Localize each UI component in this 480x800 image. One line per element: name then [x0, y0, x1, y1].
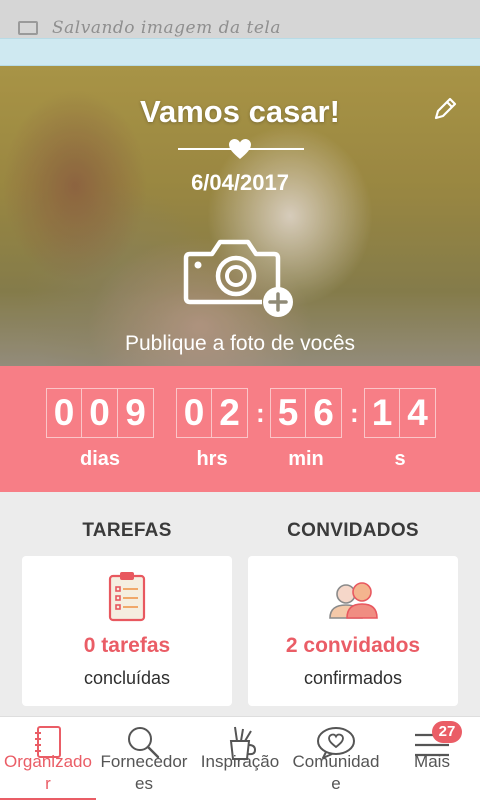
wedding-date: 6/04/2017 [191, 170, 289, 195]
countdown-days: 0 0 9 [46, 388, 154, 438]
couple-icon [329, 582, 378, 619]
days-digit: 0 [46, 388, 82, 438]
nav-label: Fornecedor es [100, 752, 188, 793]
notification-badge: 27 [432, 721, 462, 743]
camera-add-icon[interactable] [182, 236, 298, 320]
nav-item-comunidade[interactable]: Comunidad e [288, 717, 384, 800]
guests-card[interactable]: 2 convidados confirmados [248, 556, 458, 706]
nav-item-fornecedores[interactable]: Fornecedor es [96, 717, 192, 800]
guests-heading: CONVIDADOS [287, 520, 419, 541]
hours-label: hrs [196, 448, 228, 470]
nav-item-inspiracao[interactable]: Inspiração [192, 717, 288, 800]
seconds-digit: 4 [400, 388, 436, 438]
guests-status: confirmados [303, 668, 403, 688]
wedding-title: Vamos casar! [140, 94, 340, 129]
status-bar: Salvando imagem da tela [0, 0, 480, 38]
guests-count: 2 convidados [285, 634, 421, 657]
publish-photo-text[interactable]: Publique a foto de vocês [0, 332, 480, 356]
hours-digit: 0 [176, 388, 212, 438]
time-separator: : [256, 398, 265, 428]
nav-item-organizador[interactable]: Organizado r [0, 717, 96, 800]
days-digit: 0 [82, 388, 118, 438]
days-label: dias [79, 448, 121, 470]
countdown-hours: 0 2 [176, 388, 248, 438]
nav-label: Inspiração [200, 752, 280, 771]
time-separator: : [350, 398, 359, 428]
nav-label: Comunidad e [292, 752, 380, 793]
hours-digit: 2 [212, 388, 248, 438]
status-text: Salvando imagem da tela [52, 18, 281, 38]
days-digit: 9 [118, 388, 154, 438]
nav-label: Organizado r [4, 752, 92, 793]
seconds-digit: 1 [364, 388, 400, 438]
hero-photo-area[interactable]: Vamos casar! 6/04/2017 Publique a foto d… [0, 66, 480, 366]
seconds-label: s [394, 448, 406, 470]
screenshot-notification-icon [18, 21, 38, 35]
notification-strip [0, 38, 480, 66]
tasks-heading: TAREFAS [82, 520, 172, 541]
nav-label: Mais [414, 752, 450, 771]
countdown-minutes: 5 6 [270, 388, 342, 438]
countdown-panel: 0 0 9 dias 0 2 hrs : 5 6 min : 1 4 s [0, 366, 480, 492]
tasks-count: 0 tarefas [83, 634, 171, 657]
countdown-seconds: 1 4 [364, 388, 436, 438]
minutes-label: min [288, 448, 324, 470]
tasks-status: concluídas [83, 668, 171, 688]
heart-icon [229, 139, 251, 159]
summary-section: TAREFAS CONVIDADOS 0 tarefas concluídas … [0, 492, 480, 716]
tasks-card[interactable]: 0 tarefas concluídas [22, 556, 232, 706]
clipboard-checklist-icon [108, 572, 146, 622]
pencil-edit-icon[interactable] [430, 94, 460, 124]
bottom-nav: Organizado r Fornecedor es Inspiração Co… [0, 716, 480, 800]
minutes-digit: 6 [306, 388, 342, 438]
minutes-digit: 5 [270, 388, 306, 438]
